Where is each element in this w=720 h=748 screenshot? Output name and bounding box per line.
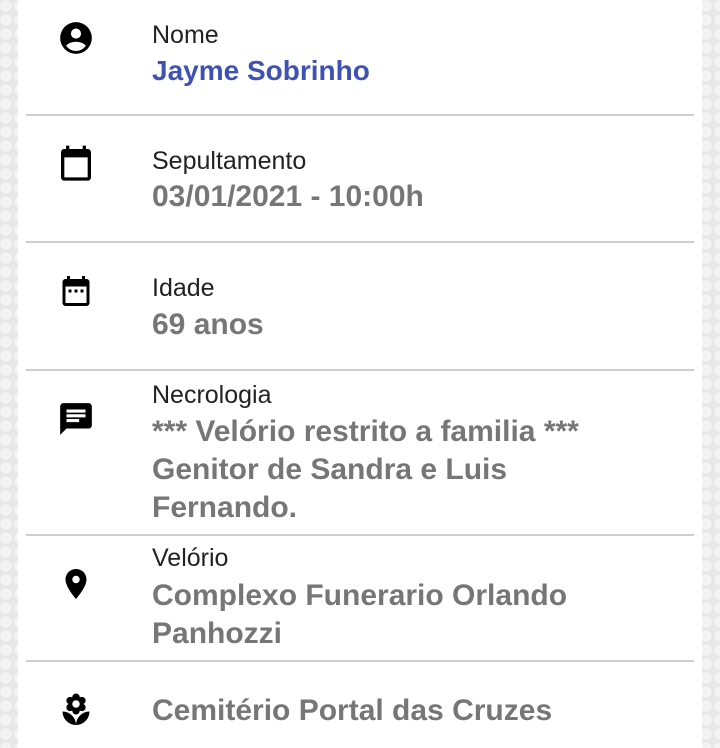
name-label: Nome — [152, 21, 219, 49]
row-cemetery: Cemitério Portal das Cruzes — [18, 662, 702, 748]
obituary-label: Necrologia — [152, 381, 272, 409]
wake-location-line-2: Panhozzi — [152, 617, 283, 650]
row-wake: Velório Complexo Funerario Orlando Panho… — [18, 536, 702, 660]
wake-label: Velório — [152, 544, 229, 572]
obituary-line-3: Fernando. — [152, 491, 298, 524]
calendar-dots-icon — [56, 271, 96, 311]
obituary-line-2: Genitor de Sandra e Luis — [152, 453, 508, 486]
age-label: Idade — [152, 274, 215, 302]
age-value: 69 anos — [152, 308, 264, 341]
obituary-details-card: Nome Jayme Sobrinho Sepultamento 03/01/2… — [18, 0, 702, 748]
location-pin-icon — [56, 564, 96, 604]
account-circle-icon — [56, 18, 96, 58]
row-burial: Sepultamento 03/01/2021 - 10:00h — [18, 116, 702, 242]
row-age: Idade 69 anos — [18, 243, 702, 369]
obituary-line-1: *** Velório restrito a familia *** — [152, 415, 579, 448]
name-value: Jayme Sobrinho — [152, 55, 370, 86]
burial-label: Sepultamento — [152, 147, 307, 175]
wake-location-line-1: Complexo Funerario Orlando — [152, 579, 568, 612]
row-obituary: Necrologia *** Velório restrito a famili… — [18, 371, 702, 534]
flower-icon — [56, 690, 96, 730]
message-icon — [56, 399, 96, 439]
cemetery-value: Cemitério Portal das Cruzes — [152, 694, 553, 727]
row-name: Nome Jayme Sobrinho — [18, 0, 702, 115]
calendar-icon — [56, 144, 96, 184]
burial-datetime-value: 03/01/2021 - 10:00h — [152, 180, 424, 213]
